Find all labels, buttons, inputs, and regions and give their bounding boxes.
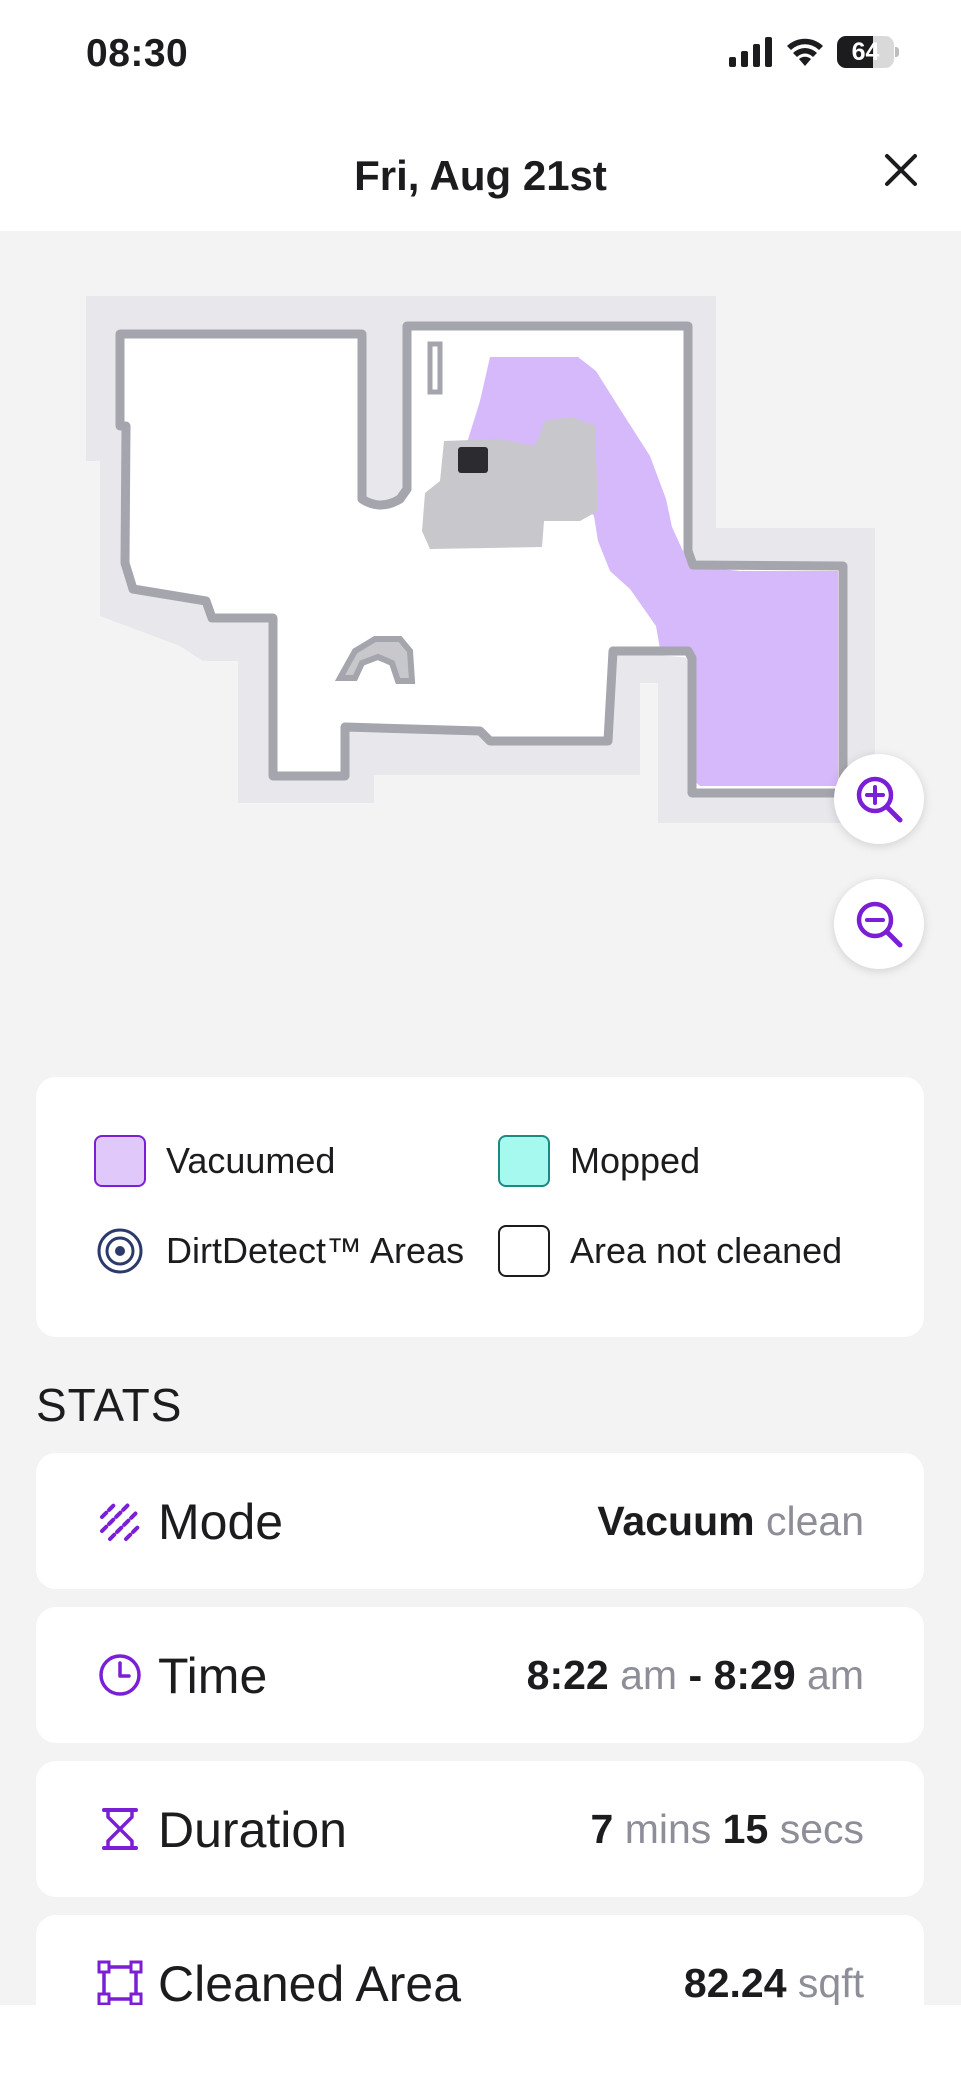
area-unit: sqft xyxy=(797,1960,864,2006)
legend-not-cleaned-label: Area not cleaned xyxy=(570,1230,843,1271)
duration-secs: 15 xyxy=(722,1806,769,1852)
battery-icon: 64 xyxy=(837,36,899,68)
stat-mode: Mode Vacuum clean xyxy=(36,1453,924,1589)
duration-secs-unit: secs xyxy=(779,1806,864,1852)
wifi-icon xyxy=(787,38,823,66)
legend-dirtdetect-label: DirtDetect™ Areas xyxy=(166,1230,465,1271)
not-cleaned-swatch xyxy=(498,1225,550,1277)
legend-not-cleaned: Area not cleaned xyxy=(498,1225,842,1277)
legend-mopped-label: Mopped xyxy=(570,1140,701,1181)
zoom-out-button[interactable] xyxy=(834,879,924,969)
mode-label: Mode xyxy=(158,1494,284,1550)
time-start-unit: am xyxy=(620,1652,678,1698)
mode-value-sub: clean xyxy=(765,1498,864,1544)
stats-title: STATS xyxy=(36,1379,183,1431)
duration-mins: 7 xyxy=(590,1806,614,1852)
legend-card: Vacuumed Mopped DirtDetect™ Areas Area n… xyxy=(36,1077,924,1337)
header: Fri, Aug 21st xyxy=(0,110,961,231)
area-number: 82.24 xyxy=(683,1960,787,2006)
duration-mins-unit: mins xyxy=(624,1806,712,1852)
battery-level: 64 xyxy=(851,38,880,66)
time-label: Time xyxy=(158,1648,268,1704)
status-bar: 08:30 64 xyxy=(0,0,961,110)
bottom-bar xyxy=(0,2005,961,2080)
mode-value-main: Vacuum xyxy=(597,1498,755,1544)
stat-time: Time 8:22 am - 8:29 am xyxy=(36,1607,924,1743)
area-icon xyxy=(97,1960,143,2006)
mode-icon xyxy=(100,1503,140,1541)
page-title: Fri, Aug 21st xyxy=(354,152,607,199)
vacuumed-swatch xyxy=(94,1135,146,1187)
status-icons: 64 xyxy=(729,36,899,68)
legend-vacuumed-label: Vacuumed xyxy=(166,1140,336,1181)
area-value: 82.24 sqft xyxy=(684,1960,864,2007)
signal-icon xyxy=(729,37,772,67)
close-button[interactable] xyxy=(877,146,925,194)
cleaning-map[interactable] xyxy=(0,231,961,1061)
time-value: 8:22 am - 8:29 am xyxy=(527,1652,864,1699)
zoom-in-button[interactable] xyxy=(834,754,924,844)
hourglass-icon xyxy=(102,1808,138,1850)
close-icon xyxy=(885,154,917,186)
time-end-unit: am xyxy=(807,1652,864,1698)
wall-bar xyxy=(427,341,443,395)
clock-icon xyxy=(99,1654,141,1696)
zoom-out-icon xyxy=(856,901,903,948)
legend-dirtdetect: DirtDetect™ Areas xyxy=(94,1225,464,1277)
dock-icon xyxy=(458,447,488,473)
status-time: 08:30 xyxy=(86,32,189,75)
duration-label: Duration xyxy=(158,1802,347,1858)
stat-duration: Duration 7 mins 15 secs xyxy=(36,1761,924,1897)
legend-mopped: Mopped xyxy=(498,1135,700,1187)
mode-value: Vacuum clean xyxy=(597,1498,864,1545)
time-start: 8:22 xyxy=(526,1652,609,1698)
dirtdetect-icon xyxy=(97,1228,143,1274)
legend-vacuumed: Vacuumed xyxy=(94,1135,335,1187)
mopped-swatch xyxy=(498,1135,550,1187)
time-separator: - xyxy=(688,1652,703,1698)
zoom-in-icon xyxy=(856,776,903,823)
duration-value: 7 mins 15 secs xyxy=(590,1806,864,1853)
time-end: 8:29 xyxy=(713,1652,796,1698)
